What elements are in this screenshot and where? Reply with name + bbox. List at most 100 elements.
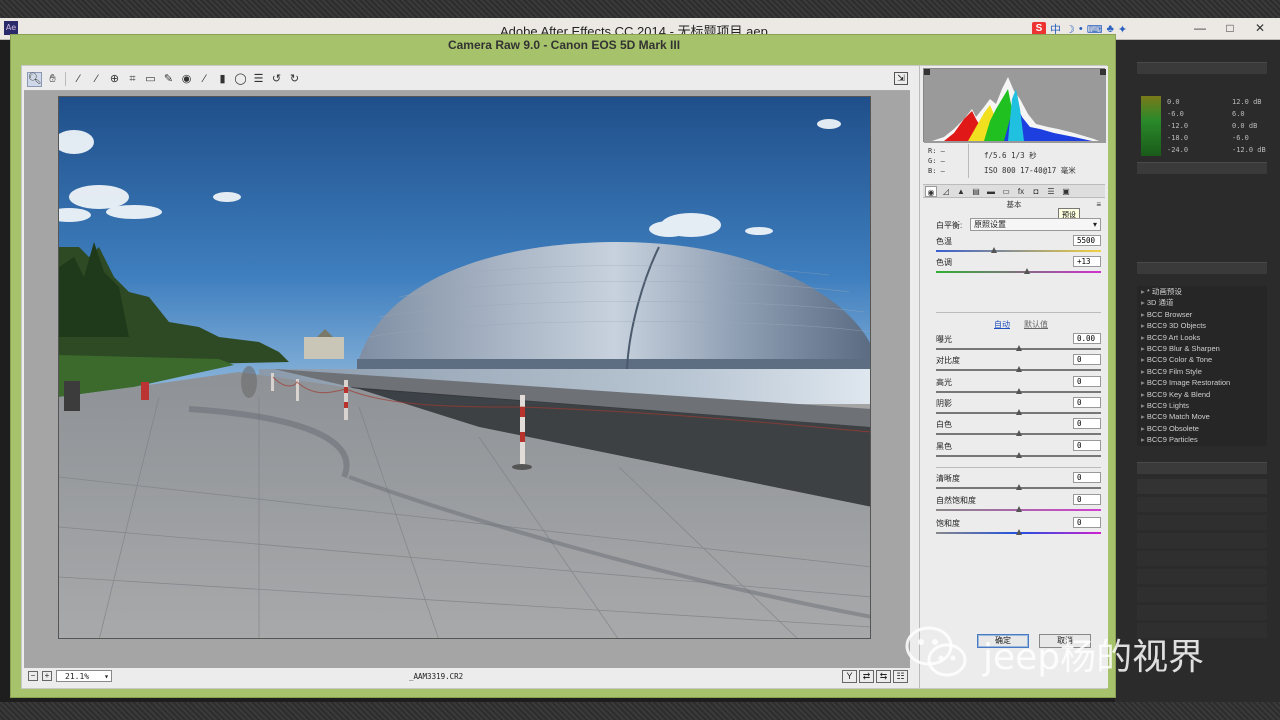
slider-value-input[interactable]: 0 (1073, 472, 1101, 483)
radial-filter-icon[interactable]: ◯ (233, 72, 248, 87)
default-link[interactable]: 默认值 (1024, 319, 1048, 330)
slider-label: 高光 (936, 378, 952, 387)
slider-value-input[interactable]: +13 (1073, 256, 1101, 267)
crop-icon[interactable]: ⌗ (125, 72, 140, 87)
basic-tab-icon[interactable]: ◉ (925, 185, 937, 197)
minimize-button[interactable]: — (1186, 20, 1214, 38)
slider-value-input[interactable]: 0 (1073, 418, 1101, 429)
slider-value-input[interactable]: 0 (1073, 494, 1101, 505)
effects-item[interactable]: BCC9 Image Restoration (1137, 377, 1267, 388)
target-adjust-icon[interactable]: ⊕ (107, 72, 122, 87)
slider-label: 清晰度 (936, 474, 960, 483)
rotate-ccw-icon[interactable]: ↺ (269, 72, 284, 87)
slider-row: 清晰度 0 (936, 472, 1101, 493)
copy-settings-icon[interactable]: ⇆ (876, 670, 891, 683)
slider-row: 色温 5500 (936, 235, 1101, 256)
photo-preview[interactable] (58, 96, 871, 639)
slider-row: 阴影 0 (936, 397, 1101, 418)
slider-value-input[interactable]: 0 (1073, 376, 1101, 387)
slider-thumb[interactable] (1015, 366, 1022, 372)
graduated-filter-icon[interactable]: ▮ (215, 72, 230, 87)
presets-tab-icon[interactable]: ☰ (1045, 186, 1057, 197)
bottom-strip (0, 702, 1280, 720)
auto-link[interactable]: 自动 (994, 319, 1010, 330)
zoom-level-select[interactable]: 21.1% (56, 670, 112, 682)
hand-icon[interactable]: ✋︎ (45, 72, 60, 87)
preview-footer: − + 21.1% _AAM3319.CR2 Y ⇄ ⇆ ☷ (24, 668, 910, 686)
detail-tab-icon[interactable]: ▲ (955, 186, 967, 197)
ae-audio-panel-head (1137, 62, 1267, 74)
white-balance-icon[interactable]: ⁄ (71, 72, 86, 87)
image-preview-area[interactable] (24, 90, 910, 668)
slider-thumb[interactable] (1015, 345, 1022, 351)
slider-thumb[interactable] (1023, 268, 1030, 274)
slider-value-input[interactable]: 0 (1073, 440, 1101, 451)
meter-labels-right: 12.0 dB 6.0 0.0 dB -6.0 -12.0 dB (1232, 98, 1266, 154)
effects-item[interactable]: BCC9 Particles (1137, 434, 1267, 445)
camera-calibration-tab-icon[interactable]: ◘ (1030, 186, 1042, 197)
rgb-exif-info: R: — G: — B: — f/5.6 1/3 秒 ISO 800 17-40… (928, 144, 1103, 180)
split-toning-tab-icon[interactable]: ▬ (985, 186, 997, 197)
swap-view-icon[interactable]: ⇄ (859, 670, 874, 683)
close-button[interactable]: ✕ (1246, 20, 1274, 38)
before-after-view-icon[interactable]: Y (842, 670, 857, 683)
color-sampler-icon[interactable]: ⁄ (89, 72, 104, 87)
effects-item[interactable]: BCC9 Match Move (1137, 411, 1267, 422)
effects-item[interactable]: 3D 通道 (1137, 297, 1267, 308)
effects-item[interactable]: BCC9 Film Style (1137, 366, 1267, 377)
slider-thumb[interactable] (990, 247, 997, 253)
presets-list-icon[interactable]: ☰ (251, 72, 266, 87)
lens-corrections-tab-icon[interactable]: ▭ (1000, 186, 1012, 197)
effects-item[interactable]: BCC9 Lights (1137, 400, 1267, 411)
slider-thumb[interactable] (1015, 409, 1022, 415)
zoom-in-button[interactable]: + (42, 671, 52, 681)
slider-thumb[interactable] (1015, 506, 1022, 512)
ae-logo: Ae (4, 21, 18, 35)
slider-value-input[interactable]: 0.00 (1073, 333, 1101, 344)
effects-item[interactable]: * 动画预设 (1137, 286, 1267, 297)
effects-item[interactable]: BCC9 3D Objects (1137, 320, 1267, 331)
effects-item[interactable]: BCC Browser (1137, 309, 1267, 320)
slider-thumb[interactable] (1015, 484, 1022, 490)
camera-raw-dialog: Camera Raw 9.0 - Canon EOS 5D Mark III 🔍… (10, 34, 1116, 698)
tools-icon[interactable]: ✦ (1118, 23, 1127, 36)
slider-track[interactable] (936, 271, 1101, 273)
slider-value-input[interactable]: 0 (1073, 397, 1101, 408)
panel-menu-icon[interactable]: ≡ (1096, 199, 1101, 210)
slider-label: 曝光 (936, 335, 952, 344)
rotate-cw-icon[interactable]: ↻ (287, 72, 302, 87)
adjustment-brush-icon[interactable]: ⁄ (197, 72, 212, 87)
camera-raw-toolbar: 🔍︎ ✋︎ ⁄ ⁄ ⊕ ⌗ ▭ ✎ ◉ ⁄ ▮ ◯ ☰ ↺ ↻ ⇲ (24, 68, 910, 90)
exif-readout: f/5.6 1/3 秒 ISO 800 17-40@17 毫米 (984, 151, 1076, 175)
slider-thumb[interactable] (1015, 430, 1022, 436)
effects-item[interactable]: BCC9 Obsolete (1137, 423, 1267, 434)
slider-row: 白色 0 (936, 418, 1101, 439)
slider-value-input[interactable]: 5500 (1073, 235, 1101, 246)
zoom-out-button[interactable]: − (28, 671, 38, 681)
effects-item[interactable]: BCC9 Key & Blend (1137, 389, 1267, 400)
slider-label: 饱和度 (936, 519, 960, 528)
slider-thumb[interactable] (1015, 529, 1022, 535)
slider-value-input[interactable]: 0 (1073, 354, 1101, 365)
effects-item[interactable]: BCC9 Blur & Sharpen (1137, 343, 1267, 354)
slider-label: 黑色 (936, 442, 952, 451)
white-balance-select[interactable]: 原照设置 (970, 218, 1101, 231)
hsl-tab-icon[interactable]: ▤ (970, 186, 982, 197)
straighten-icon[interactable]: ▭ (143, 72, 158, 87)
slider-value-input[interactable]: 0 (1073, 517, 1101, 528)
zoom-icon[interactable]: 🔍︎ (27, 71, 42, 87)
effects-item[interactable]: BCC9 Art Looks (1137, 332, 1267, 343)
tone-curve-tab-icon[interactable]: ◿ (940, 186, 952, 197)
fullscreen-icon[interactable]: ⇲ (894, 72, 908, 85)
slider-thumb[interactable] (1015, 452, 1022, 458)
slider-track[interactable] (936, 250, 1101, 252)
effects-tab-icon[interactable]: fx (1015, 186, 1027, 197)
spot-removal-icon[interactable]: ✎ (161, 72, 176, 87)
slider-label: 色调 (936, 258, 952, 267)
effects-item[interactable]: BCC9 Color & Tone (1137, 354, 1267, 365)
wechat-icon (905, 626, 967, 677)
maximize-button[interactable]: □ (1216, 20, 1244, 38)
snapshots-tab-icon[interactable]: ▣ (1060, 186, 1072, 197)
slider-thumb[interactable] (1015, 388, 1022, 394)
red-eye-icon[interactable]: ◉ (179, 72, 194, 87)
